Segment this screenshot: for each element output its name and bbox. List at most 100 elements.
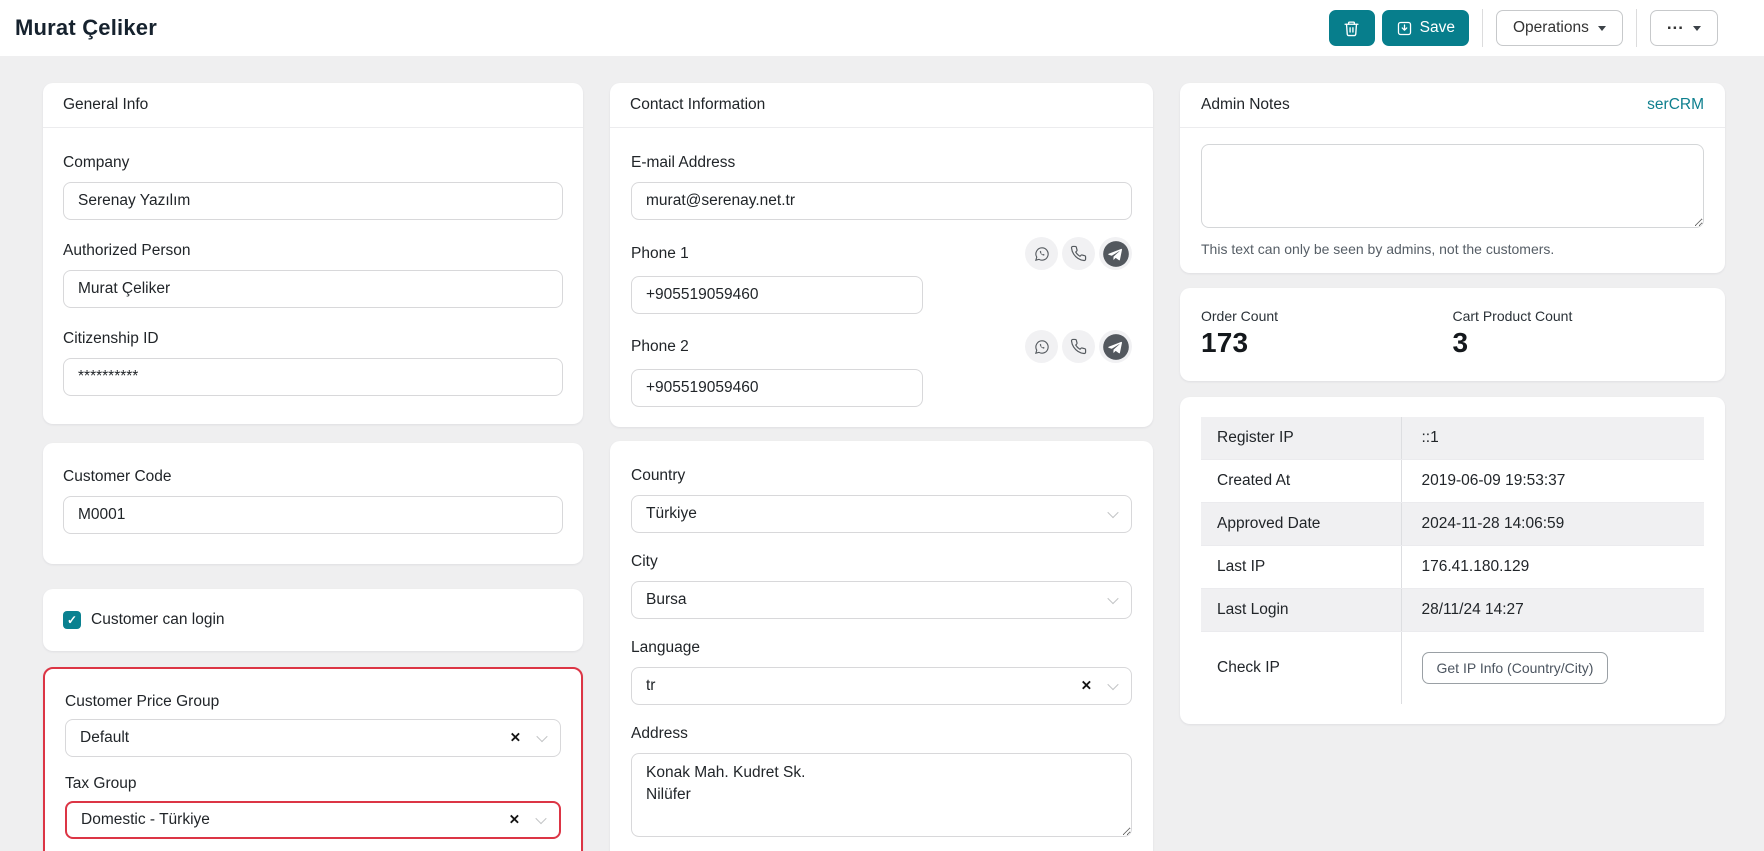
company-input[interactable]	[63, 182, 563, 220]
details-card: Register IP ::1 Created At 2019-06-09 19…	[1180, 397, 1725, 724]
clear-icon[interactable]: ✕	[510, 731, 521, 745]
stats-card: Order Count 173 Cart Product Count 3	[1180, 288, 1725, 381]
trash-icon	[1343, 20, 1360, 37]
detail-value: 176.41.180.129	[1401, 546, 1704, 589]
authorized-person-input[interactable]	[63, 270, 563, 308]
contact-info-title: Contact Information	[630, 96, 765, 114]
save-icon	[1396, 20, 1413, 37]
whatsapp-icon	[1033, 338, 1051, 356]
phone1-label: Phone 1	[631, 245, 689, 263]
page-title: Murat Çeliker	[15, 15, 157, 41]
chevron-down-icon	[536, 731, 547, 742]
citizenship-id-input[interactable]	[63, 358, 563, 396]
detail-value-action: Get IP Info (Country/City)	[1401, 632, 1704, 705]
phone1-actions	[1025, 237, 1132, 270]
operations-button[interactable]: Operations	[1496, 10, 1623, 46]
email-input[interactable]	[631, 182, 1132, 220]
contact-info-card: Contact Information E-mail Address Phone…	[610, 83, 1153, 427]
authorized-person-label: Authorized Person	[63, 242, 563, 260]
right-column: Admin Notes serCRM This text can only be…	[1180, 83, 1725, 724]
chevron-down-icon	[535, 813, 546, 824]
email-field: E-mail Address	[631, 154, 1132, 220]
toolbar-divider	[1482, 9, 1483, 47]
phone1-field: Phone 1	[631, 237, 1132, 314]
detail-label: Created At	[1201, 460, 1401, 503]
customer-code-field: Customer Code	[63, 468, 563, 534]
customer-can-login-checkbox[interactable]: ✓	[63, 611, 81, 629]
company-field: Company	[63, 154, 563, 220]
table-row: Last IP 176.41.180.129	[1201, 546, 1704, 589]
country-value: Türkiye	[646, 505, 697, 523]
call-button[interactable]	[1062, 330, 1095, 363]
telegram-button[interactable]	[1099, 330, 1132, 363]
operations-button-label: Operations	[1513, 19, 1589, 37]
chevron-down-icon	[1107, 679, 1118, 690]
customer-code-card: Customer Code	[43, 443, 583, 564]
tax-group-field: Tax Group Domestic - Türkiye ✕	[65, 775, 561, 839]
customer-price-group-label: Customer Price Group	[65, 693, 561, 711]
language-label: Language	[631, 639, 1132, 657]
topbar-actions: Save Operations ...	[1329, 9, 1718, 47]
detail-value: ::1	[1401, 417, 1704, 460]
detail-label: Register IP	[1201, 417, 1401, 460]
customer-code-label: Customer Code	[63, 468, 563, 486]
call-button[interactable]	[1062, 237, 1095, 270]
whatsapp-button[interactable]	[1025, 330, 1058, 363]
customer-can-login-label: Customer can login	[91, 611, 225, 629]
detail-value: 2024-11-28 14:06:59	[1401, 503, 1704, 546]
authorized-person-field: Authorized Person	[63, 242, 563, 308]
left-column: General Info Company Authorized Person C…	[43, 83, 583, 851]
phone2-input[interactable]	[631, 369, 923, 407]
address-textarea[interactable]: Konak Mah. Kudret Sk. Nilüfer	[631, 753, 1132, 837]
general-info-title: General Info	[63, 96, 148, 114]
cart-product-count-value: 3	[1453, 327, 1705, 359]
tax-group-select[interactable]: Domestic - Türkiye ✕	[65, 801, 561, 839]
general-info-card: General Info Company Authorized Person C…	[43, 83, 583, 424]
customer-price-group-select[interactable]: Default ✕	[65, 719, 561, 757]
table-row: Register IP ::1	[1201, 417, 1704, 460]
delete-button[interactable]	[1329, 10, 1375, 46]
customer-code-input[interactable]	[63, 496, 563, 534]
phone-icon	[1070, 338, 1087, 355]
middle-column: Contact Information E-mail Address Phone…	[610, 83, 1153, 851]
content: General Info Company Authorized Person C…	[0, 56, 1764, 851]
chevron-down-icon	[1107, 507, 1118, 518]
detail-value: 2019-06-09 19:53:37	[1401, 460, 1704, 503]
admin-notes-card: Admin Notes serCRM This text can only be…	[1180, 83, 1725, 273]
citizenship-id-label: Citizenship ID	[63, 330, 563, 348]
country-label: Country	[631, 467, 1132, 485]
phone1-input[interactable]	[631, 276, 923, 314]
order-count-stat: Order Count 173	[1201, 308, 1453, 359]
topbar: Murat Çeliker Save Operations ...	[0, 0, 1764, 56]
admin-notes-helper: This text can only be seen by admins, no…	[1201, 241, 1704, 257]
more-button[interactable]: ...	[1650, 10, 1718, 46]
admin-notes-title: Admin Notes	[1201, 96, 1290, 114]
table-row: Last Login 28/11/24 14:27	[1201, 589, 1704, 632]
details-table: Register IP ::1 Created At 2019-06-09 19…	[1201, 417, 1704, 704]
customer-login-card: ✓ Customer can login	[43, 589, 583, 651]
sercrm-link[interactable]: serCRM	[1647, 96, 1704, 114]
address-label: Address	[631, 725, 1132, 743]
clear-icon[interactable]: ✕	[1081, 679, 1092, 693]
telegram-button[interactable]	[1099, 237, 1132, 270]
city-select[interactable]: Bursa	[631, 581, 1132, 619]
order-count-label: Order Count	[1201, 308, 1453, 324]
telegram-icon	[1102, 240, 1130, 268]
get-ip-info-button[interactable]: Get IP Info (Country/City)	[1422, 652, 1609, 684]
clear-icon[interactable]: ✕	[509, 813, 520, 827]
phone-icon	[1070, 245, 1087, 262]
company-label: Company	[63, 154, 563, 172]
cart-product-count-label: Cart Product Count	[1453, 308, 1705, 324]
pricing-card: Customer Price Group Default ✕ Tax Group…	[43, 667, 583, 851]
detail-label: Last IP	[1201, 546, 1401, 589]
country-select[interactable]: Türkiye	[631, 495, 1132, 533]
admin-notes-textarea[interactable]	[1201, 144, 1704, 228]
language-select[interactable]: tr ✕	[631, 667, 1132, 705]
cart-product-count-stat: Cart Product Count 3	[1453, 308, 1705, 359]
more-dots-icon: ...	[1667, 14, 1684, 34]
address-field: Address Konak Mah. Kudret Sk. Nilüfer	[631, 725, 1132, 842]
whatsapp-button[interactable]	[1025, 237, 1058, 270]
table-row: Check IP Get IP Info (Country/City)	[1201, 632, 1704, 705]
save-button[interactable]: Save	[1382, 10, 1469, 46]
tax-group-label: Tax Group	[65, 775, 561, 793]
